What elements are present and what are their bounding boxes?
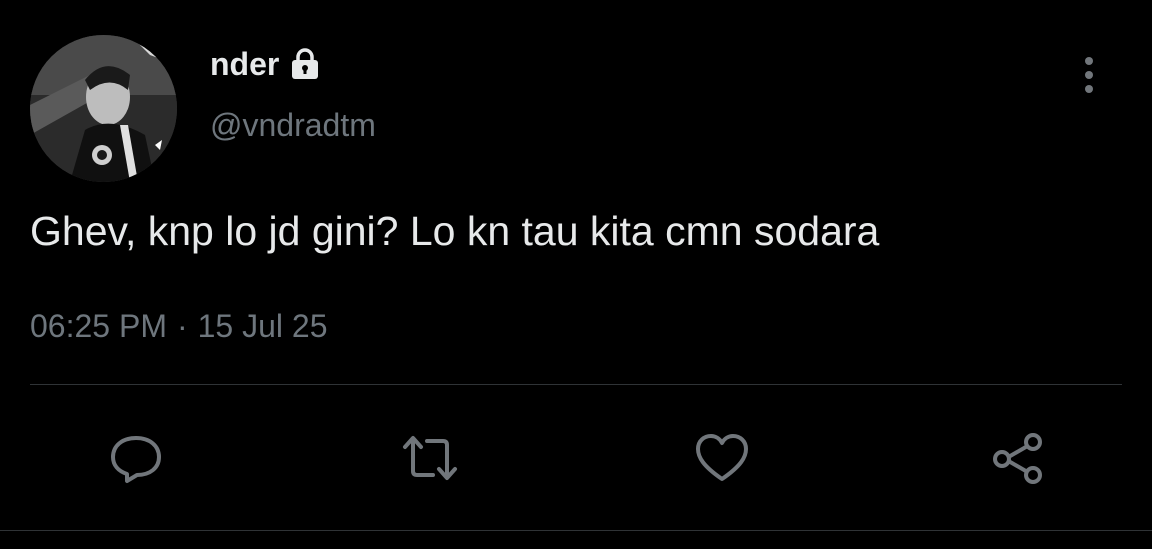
heart-icon	[696, 434, 748, 481]
display-name[interactable]: nder	[210, 46, 279, 83]
reply-button[interactable]	[104, 426, 168, 490]
user-handle[interactable]: @vndradtm	[210, 107, 376, 144]
user-name-row[interactable]: nder	[210, 42, 323, 86]
divider	[30, 384, 1122, 385]
more-options-button[interactable]	[1070, 55, 1108, 95]
lock-icon	[292, 48, 319, 79]
tweet-timestamp[interactable]: 06:25 PM · 15 Jul 25	[30, 308, 328, 345]
share-button[interactable]	[986, 426, 1050, 490]
like-button[interactable]	[690, 426, 754, 490]
retweet-icon	[403, 436, 457, 480]
avatar-photo	[30, 35, 177, 182]
tweet-time: 06:25 PM	[30, 308, 167, 344]
avatar[interactable]	[30, 35, 177, 182]
bottom-divider	[0, 530, 1152, 531]
tweet-text: Ghev, knp lo jd gini? Lo kn tau kita cmn…	[30, 208, 880, 254]
share-icon	[993, 433, 1042, 484]
retweet-button[interactable]	[398, 426, 462, 490]
more-vertical-icon	[1085, 57, 1093, 93]
tweet-date: 15 Jul 25	[197, 308, 328, 344]
timestamp-separator: ·	[176, 308, 188, 344]
reply-icon	[111, 436, 161, 483]
